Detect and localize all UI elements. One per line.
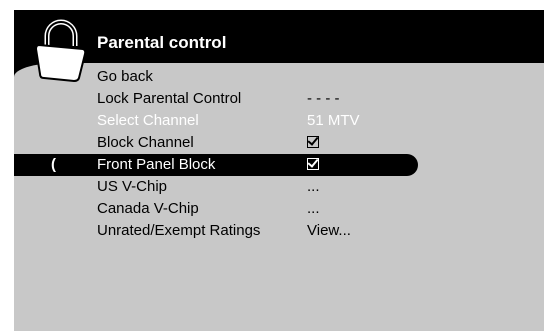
submenu-indicator: ... <box>307 200 320 217</box>
menu-item-block-channel[interactable]: Block Channel <box>14 132 418 154</box>
menu-item-label: Block Channel <box>97 134 194 151</box>
menu-item-label: Unrated/Exempt Ratings <box>97 222 261 239</box>
menu-item-label: Canada V-Chip <box>97 200 199 217</box>
menu-item-label: Lock Parental Control <box>97 90 242 107</box>
menu-item-canada-v-chip[interactable]: Canada V-Chip ... <box>14 198 418 220</box>
submenu-indicator: ... <box>307 178 320 195</box>
menu-item-label: Front Panel Block <box>97 156 216 173</box>
checkbox-checked-icon[interactable] <box>307 136 319 148</box>
menu-item-go-back[interactable]: Go back <box>14 66 418 88</box>
selection-cursor-icon: ( <box>51 156 56 173</box>
menu-item-select-channel[interactable]: Select Channel 51 MTV <box>14 110 418 132</box>
pin-code-value: - - - - <box>307 90 340 107</box>
menu-item-label: Select Channel <box>97 112 199 129</box>
tv-screen: Parental control Go back Lock Parental C… <box>14 10 544 331</box>
menu-item-label: Go back <box>97 68 153 85</box>
menu-item-label: US V-Chip <box>97 178 168 195</box>
view-link: View... <box>307 222 351 239</box>
checkbox-checked-icon[interactable] <box>307 158 319 170</box>
page-title: Parental control <box>97 33 227 52</box>
channel-value: 51 MTV <box>307 112 360 129</box>
menu-item-front-panel-block[interactable]: ( Front Panel Block <box>14 154 418 176</box>
menu-item-unrated-exempt-ratings[interactable]: Unrated/Exempt Ratings View... <box>14 220 418 242</box>
menu-item-us-v-chip[interactable]: US V-Chip ... <box>14 176 418 198</box>
menu-item-lock-parental-control[interactable]: Lock Parental Control - - - - <box>14 88 418 110</box>
